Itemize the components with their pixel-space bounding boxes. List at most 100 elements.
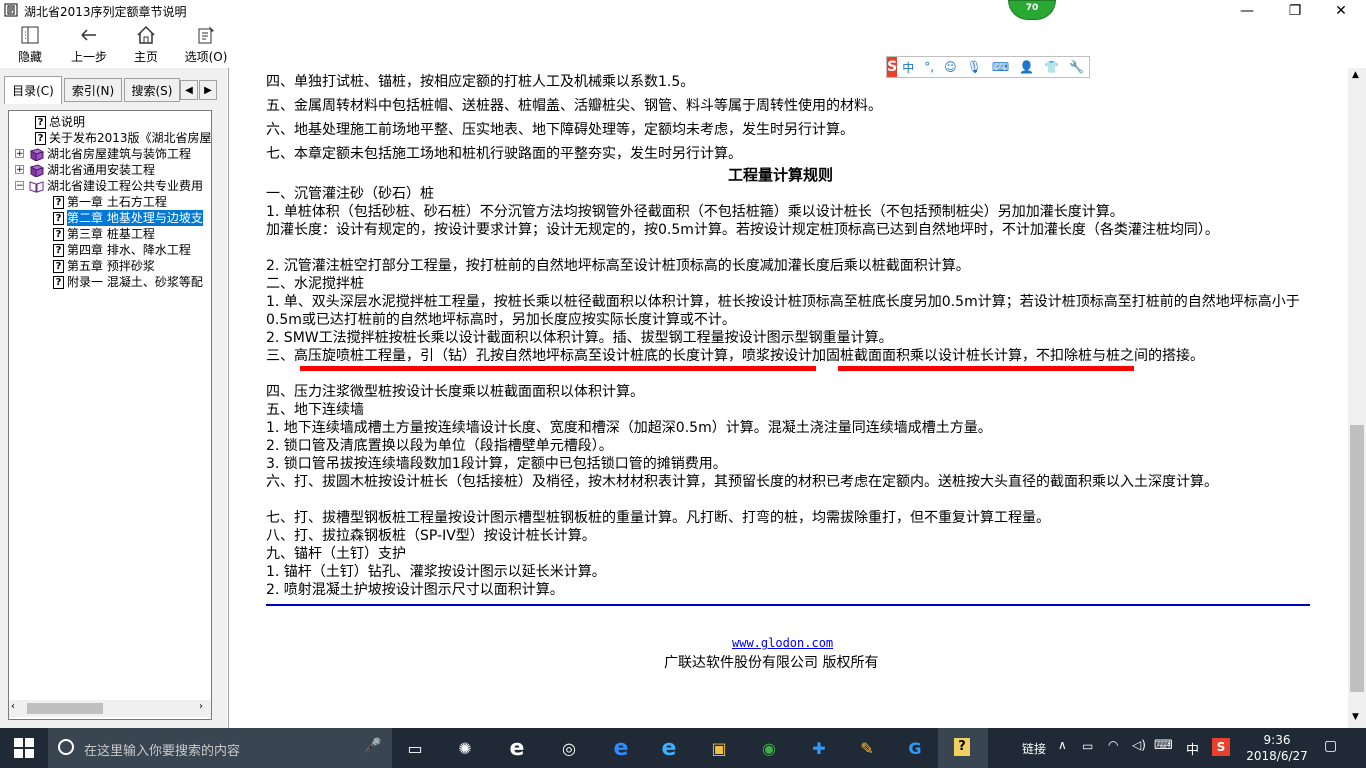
- back-arrow-icon: [81, 29, 96, 41]
- rule-line: 1. 地下连续墙成槽土方量按连续墙设计长度、宽度和槽深（加超深0.5m）计算。混…: [266, 420, 992, 436]
- notes-app-icon[interactable]: ✎: [854, 736, 880, 760]
- plus-app-icon[interactable]: ✚: [806, 736, 832, 760]
- tree-scroll-thumb[interactable]: [27, 703, 103, 714]
- rule-line: 五、地下连续墙: [266, 402, 364, 418]
- clock-date: 2018/6/27: [1246, 749, 1308, 763]
- help-app-taskbar-button[interactable]: ?: [938, 728, 988, 768]
- contents-tree[interactable]: ? 总说明? 关于发布2013版《湖北省房屋 + 湖北省房屋建筑与装饰工程 + 湖北省通用安…: [8, 110, 212, 720]
- home-button[interactable]: 主页: [128, 24, 164, 66]
- glodon-link[interactable]: www.glodon.com: [732, 636, 833, 650]
- keyboard-icon[interactable]: ⌨: [992, 60, 1009, 74]
- tab-search[interactable]: 搜索(S): [124, 78, 180, 102]
- tree-item[interactable]: ? 第四章 排水、降水工程: [53, 242, 191, 258]
- scroll-up-arrow-icon[interactable]: ▲: [1352, 70, 1359, 80]
- red-highlight-underline: [300, 366, 816, 371]
- wrench-icon[interactable]: 🔧: [1069, 60, 1084, 74]
- options-button[interactable]: 选项(O): [182, 24, 230, 66]
- tree-expander-icon[interactable]: +: [15, 165, 24, 175]
- glodon-app-icon[interactable]: G: [902, 736, 928, 760]
- chapter-note-line: 七、本章定额未包括施工场地和桩机行驶路面的平整夯实，发生时另行计算。: [266, 146, 742, 162]
- tree-item[interactable]: ? 总说明: [35, 114, 85, 130]
- tree-horizontal-scrollbar[interactable]: ‹ ›: [9, 700, 211, 717]
- sogou-tray-icon[interactable]: S: [1212, 738, 1230, 756]
- tree-item-label: 关于发布2013版《湖北省房屋: [49, 131, 212, 145]
- tree-item[interactable]: 湖北省房屋建筑与装饰工程: [29, 146, 191, 162]
- back-button[interactable]: 上一步: [66, 24, 112, 66]
- chrome-like-app-icon[interactable]: ◎: [556, 736, 582, 760]
- tree-item-label: 湖北省房屋建筑与装饰工程: [47, 147, 192, 161]
- rule-line: 四、压力注浆微型桩按设计长度乘以桩截面面积以体积计算。: [266, 384, 644, 400]
- task-view-icon[interactable]: ▭: [402, 736, 428, 760]
- minimize-button[interactable]: —: [1224, 0, 1270, 22]
- red-highlight-underline: [838, 366, 1134, 371]
- rule-line: 2. SMW工法搅拌桩按桩长乘以设计截面积以体积计算。插、拔型钢工程量按设计图示…: [266, 330, 893, 346]
- skin-icon[interactable]: 👕: [1044, 60, 1059, 74]
- chapter-note-line: 六、地基处理施工前场地平整、压实地表、地下障碍处理等，定额均未考虑，发生时另行计…: [266, 122, 854, 138]
- rule-line: 六、打、拔圆木桩按设计桩长（包括接桩）及梢径，按木材材积表计算，其预留长度的材积…: [266, 474, 1218, 490]
- keyboard-tray-icon[interactable]: ⌨: [1154, 738, 1173, 753]
- options-label: 选项(O): [184, 50, 228, 64]
- tree-item[interactable]: ? 第三章 桩基工程: [53, 226, 155, 242]
- tree-item[interactable]: 湖北省建设工程公共专业费用: [29, 178, 203, 194]
- ime-punct-toggle[interactable]: °,: [924, 60, 934, 74]
- tray-expand-icon[interactable]: ∧: [1058, 738, 1067, 752]
- hide-button[interactable]: 隐藏: [10, 24, 50, 66]
- rule-line: 三、高压旋喷桩工程量，引（钻）孔按自然地坪标高至设计桩底的长度计算，喷浆按设计加…: [266, 348, 1204, 364]
- ie-browser-icon[interactable]: e: [504, 736, 530, 761]
- rule-line: 2. 沉管灌注桩空打部分工程量，按打桩前的自然地坪标高至设计桩顶标高的长度减加灌…: [266, 258, 970, 274]
- toolbar: 隐藏 上一步 主页 选项(O): [0, 22, 1366, 69]
- content-scroll-thumb[interactable]: [1350, 425, 1364, 692]
- tree-item[interactable]: ? 第一章 土石方工程: [53, 194, 167, 210]
- help-page-icon: ?: [53, 259, 64, 273]
- ime-toolbar[interactable]: S 中 °, ☺ 🎙 ⌨ 👤 👕 🔧: [886, 56, 1090, 78]
- battery-icon[interactable]: ▭: [1082, 739, 1093, 753]
- tree-expander-icon[interactable]: −: [15, 181, 24, 191]
- volume-icon[interactable]: ◁): [1132, 738, 1146, 752]
- help-page-icon: ?: [53, 243, 64, 257]
- file-explorer-icon[interactable]: ▣: [706, 736, 732, 760]
- edge-browser-icon[interactable]: e: [608, 736, 634, 761]
- windows-start-icon[interactable]: [14, 738, 34, 758]
- restore-button[interactable]: ❐: [1272, 0, 1318, 22]
- tab-scroll-left-button[interactable]: ◀: [180, 80, 198, 100]
- tree-item-label: 第二章 地基处理与边坡支: [67, 210, 203, 226]
- tree-item[interactable]: ? 第五章 预拌砂浆: [53, 258, 155, 274]
- scroll-left-arrow-icon[interactable]: ‹: [11, 701, 15, 712]
- tree-item[interactable]: ? 附录一 混凝土、砂浆等配: [53, 274, 203, 290]
- ime-lang-toggle[interactable]: 中: [902, 59, 914, 76]
- microphone-icon[interactable]: 🎤: [364, 738, 381, 754]
- cortana-icon: [58, 739, 74, 755]
- tree-item[interactable]: ? 第二章 地基处理与边坡支: [53, 210, 203, 226]
- microphone-icon[interactable]: 🎙: [967, 60, 982, 74]
- floating-badge[interactable]: 70: [1008, 0, 1056, 20]
- tab-scroll-right-button[interactable]: ▶: [199, 80, 217, 100]
- tab-index[interactable]: 索引(N): [64, 78, 122, 102]
- 360-browser-icon[interactable]: ◉: [756, 736, 782, 760]
- home-label: 主页: [133, 50, 158, 64]
- rule-line: 3. 锁口管吊拔按连续墙段数加1段计算，定额中已包括锁口管的摊销费用。: [266, 456, 727, 472]
- user-icon[interactable]: 👤: [1019, 60, 1034, 74]
- close-button[interactable]: ✕: [1318, 0, 1364, 22]
- sogou-logo-icon[interactable]: S: [887, 57, 898, 77]
- links-toolbar[interactable]: 链接: [1022, 740, 1046, 757]
- tree-expander-icon[interactable]: +: [15, 149, 24, 159]
- scroll-right-arrow-icon[interactable]: ›: [199, 701, 203, 712]
- tree-item[interactable]: 湖北省通用安装工程: [29, 162, 155, 178]
- pinwheel-app-icon[interactable]: ✺: [452, 736, 478, 760]
- tree-item-label: 总说明: [49, 115, 86, 129]
- emoji-icon[interactable]: ☺: [944, 60, 957, 74]
- internet-explorer-icon[interactable]: e: [656, 736, 682, 761]
- wifi-icon[interactable]: ◠: [1108, 738, 1118, 752]
- clock[interactable]: 9:36 2018/6/27: [1246, 732, 1308, 764]
- ime-language-indicator[interactable]: 中: [1186, 739, 1199, 758]
- notification-icon[interactable]: ▢: [1324, 738, 1337, 754]
- help-app-icon: [4, 3, 18, 17]
- tab-contents[interactable]: 目录(C): [4, 76, 62, 104]
- help-icon: ?: [954, 738, 970, 756]
- chapter-note-line: 五、金属周转材料中包括桩帽、送桩器、桩帽盖、活瓣桩尖、钢管、料斗等属于周转性使用…: [266, 98, 882, 114]
- options-icon: [198, 26, 214, 44]
- help-page-icon: ?: [53, 227, 64, 241]
- scroll-down-arrow-icon[interactable]: ▼: [1352, 712, 1359, 722]
- clock-time: 9:36: [1263, 733, 1291, 747]
- tree-item[interactable]: ? 关于发布2013版《湖北省房屋: [35, 130, 212, 146]
